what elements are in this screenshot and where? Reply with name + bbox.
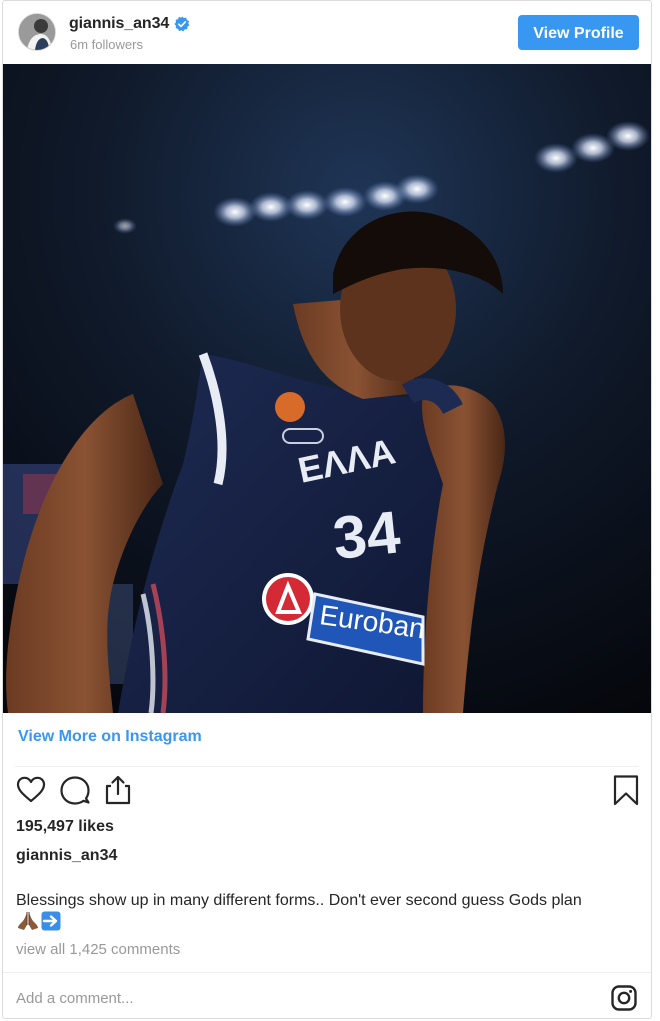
bookmark-icon[interactable] bbox=[610, 774, 642, 806]
post-photo[interactable]: ΕΛΛΑ 34 Euroban bbox=[3, 64, 651, 713]
divider bbox=[3, 972, 651, 973]
add-comment-input[interactable] bbox=[16, 986, 576, 1010]
caption-emojis bbox=[17, 911, 61, 936]
comment-icon[interactable] bbox=[59, 774, 91, 806]
view-all-comments-link[interactable]: view all 1,425 comments bbox=[16, 941, 180, 958]
right-arrow-icon bbox=[41, 911, 61, 936]
caption-text: Blessings show up in many different form… bbox=[16, 892, 582, 909]
jersey-number: 34 bbox=[330, 498, 404, 572]
avatar[interactable] bbox=[18, 13, 56, 51]
follower-count: 6m followers bbox=[70, 37, 143, 52]
post-header: giannis_an34 6m followers View Profile bbox=[3, 1, 651, 64]
view-profile-button[interactable]: View Profile bbox=[518, 15, 639, 50]
praying-hands-icon bbox=[17, 911, 39, 936]
username[interactable]: giannis_an34 bbox=[69, 15, 169, 33]
verified-badge-icon bbox=[174, 16, 190, 32]
instagram-logo-icon[interactable] bbox=[611, 985, 637, 1011]
action-bar bbox=[3, 774, 651, 810]
like-count[interactable]: 195,497 likes bbox=[16, 818, 114, 836]
heart-icon[interactable] bbox=[15, 774, 47, 806]
username-row: giannis_an34 bbox=[69, 15, 190, 33]
caption-username[interactable]: giannis_an34 bbox=[16, 847, 117, 865]
instagram-embed: giannis_an34 6m followers View Profile Ε… bbox=[2, 0, 652, 1019]
divider bbox=[15, 766, 639, 767]
view-more-link[interactable]: View More on Instagram bbox=[18, 728, 202, 746]
share-icon[interactable] bbox=[102, 774, 134, 806]
